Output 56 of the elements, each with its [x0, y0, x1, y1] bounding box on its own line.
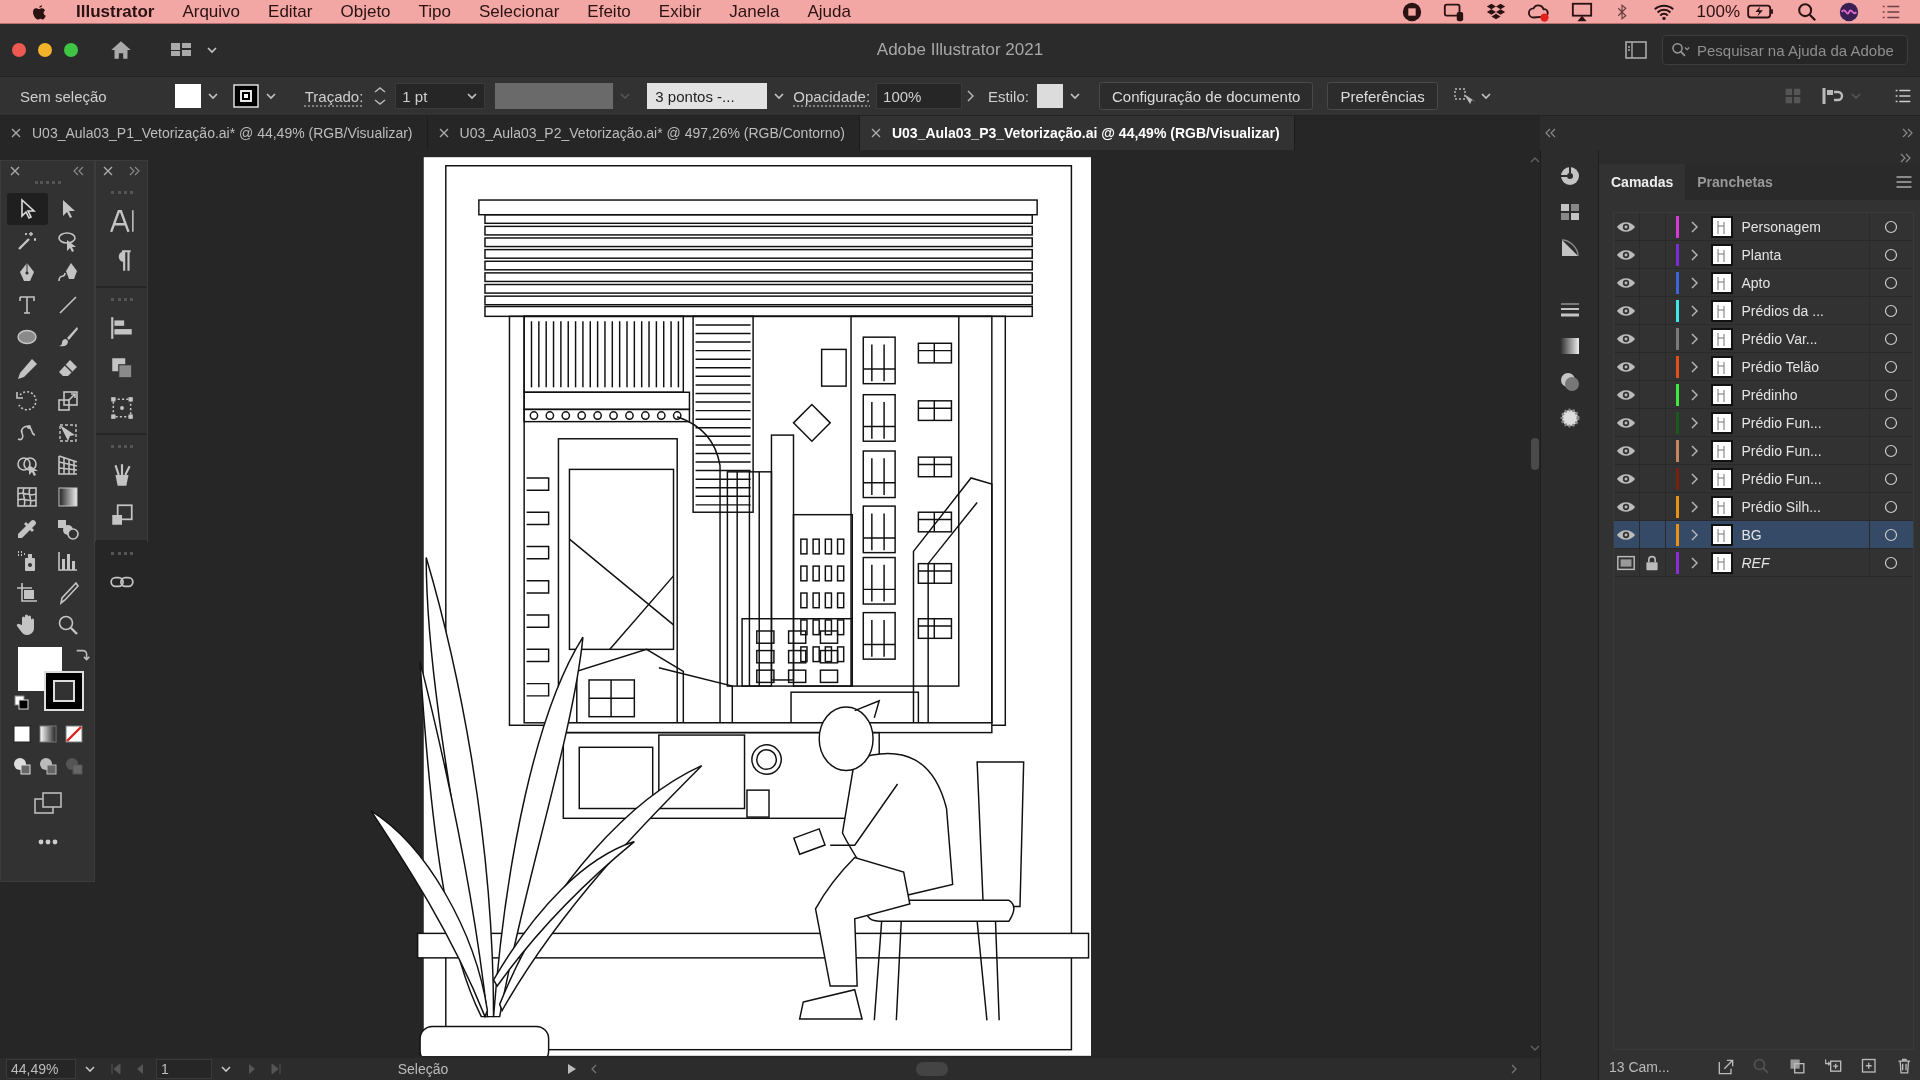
window-title: Adobe Illustrator 2021: [876, 40, 1044, 60]
layer-row[interactable]: Planta: [1614, 241, 1913, 269]
menu-item[interactable]: Exibir: [658, 1, 702, 22]
menu-item[interactable]: Tipo: [418, 1, 451, 22]
layer-row[interactable]: Prédio Telão: [1614, 353, 1913, 381]
layer-row[interactable]: Prédio Fun...: [1614, 409, 1913, 437]
layer-name[interactable]: Planta: [1741, 246, 1869, 263]
stroke-label[interactable]: Traçado:: [304, 87, 364, 105]
selection-status: Sem seleção: [20, 87, 107, 105]
layer-count: 13 Cam...: [1609, 1059, 1670, 1075]
panel-tab[interactable]: Pranchetas: [1685, 164, 1785, 200]
preferences-button[interactable]: Preferências: [1327, 82, 1438, 110]
style-label: Estilo:: [988, 87, 1029, 105]
layer-name[interactable]: Apto: [1741, 274, 1869, 291]
document-setup-button[interactable]: Configuração de documento: [1098, 82, 1314, 110]
artboard-field[interactable]: 1: [156, 1059, 212, 1079]
opacity-field[interactable]: 100%: [876, 83, 963, 109]
menu-item[interactable]: Objeto: [340, 1, 391, 22]
menu-item[interactable]: Illustrator: [76, 1, 155, 22]
layer-name[interactable]: Prédio Telão: [1741, 358, 1869, 375]
layer-row[interactable]: Prédios da ...: [1614, 297, 1913, 325]
layer-name[interactable]: Prédinho: [1741, 386, 1869, 403]
zoom-field[interactable]: 44,49%: [6, 1059, 76, 1079]
menu-item[interactable]: Selecionar: [479, 1, 560, 22]
layer-row[interactable]: REF: [1614, 549, 1913, 577]
document-tab[interactable]: U03_Aula03_P1_Vetorização.ai* @ 44,49% (RGB/Visualizar): [0, 116, 428, 150]
layer-name[interactable]: Prédio Fun...: [1741, 414, 1869, 431]
menu-item[interactable]: Janela: [729, 1, 780, 22]
layer-name[interactable]: Personagem: [1741, 218, 1869, 235]
stroke-weight-field[interactable]: 1 pt: [395, 83, 486, 109]
current-tool: Seleção: [396, 1061, 450, 1077]
layer-row[interactable]: Prédio Fun...: [1614, 437, 1913, 465]
layer-row[interactable]: Apto: [1614, 269, 1913, 297]
menu-item[interactable]: Efeito: [587, 1, 631, 22]
layer-row[interactable]: Prédio Var...: [1614, 325, 1913, 353]
layer-row[interactable]: Prédinho: [1614, 381, 1913, 409]
layer-name[interactable]: BG: [1741, 526, 1869, 543]
layer-name[interactable]: REF: [1741, 554, 1869, 571]
layer-name[interactable]: Prédio Fun...: [1741, 470, 1869, 487]
document-tab[interactable]: U03_Aula03_P3_Vetorização.ai @ 44,49% (RGB/Visualizar): [859, 116, 1295, 150]
layer-row[interactable]: BG: [1614, 521, 1913, 549]
menu-item[interactable]: Ajuda: [807, 1, 851, 22]
layer-name[interactable]: Prédios da ...: [1741, 302, 1869, 319]
layer-name[interactable]: Prédio Var...: [1741, 330, 1869, 347]
document-tab[interactable]: U03_Aula03_P2_Vetorização.ai* @ 497,26% (RGB/Contorno): [427, 116, 860, 150]
layer-row[interactable]: Personagem: [1614, 213, 1913, 241]
opacity-label[interactable]: Opacidade:: [793, 87, 871, 105]
layer-name[interactable]: Prédio Fun...: [1741, 442, 1869, 459]
menu-item[interactable]: Arquivo: [182, 1, 241, 22]
layer-name[interactable]: Prédio Silh...: [1741, 498, 1869, 515]
menu-item[interactable]: Editar: [268, 1, 313, 22]
layer-row[interactable]: Prédio Fun...: [1614, 465, 1913, 493]
search-field[interactable]: Pesquisar na Ajuda da Adobe: [1662, 35, 1908, 65]
brush-dropdown[interactable]: 3 pontos -...: [647, 83, 768, 109]
panel-tab[interactable]: Camadas: [1599, 164, 1686, 200]
battery-text: 100%: [1696, 1, 1740, 22]
